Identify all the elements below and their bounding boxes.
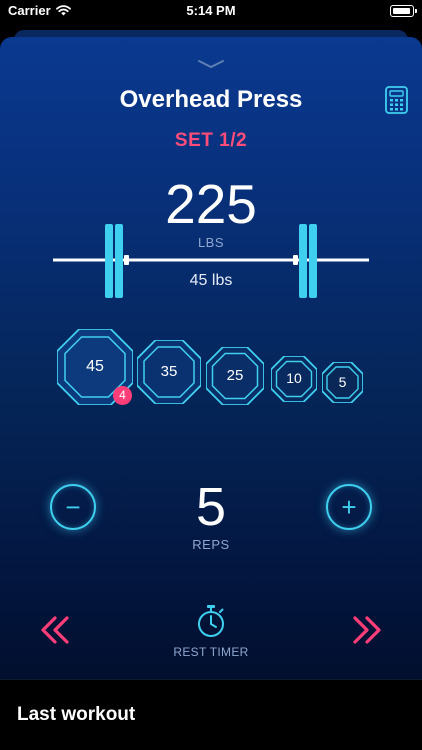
plate-label: 10 [286, 370, 302, 386]
plate-5[interactable]: 5 [321, 361, 364, 404]
plus-icon: + [341, 492, 357, 522]
last-workout-title[interactable]: Last workout [17, 704, 135, 726]
plate-label: 45 [86, 358, 104, 375]
battery-icon [390, 5, 417, 17]
chevron-double-right-icon[interactable] [350, 615, 384, 645]
exercise-title: Overhead Press [119, 86, 303, 113]
set-indicator: SET 1/2 [174, 130, 248, 151]
rest-timer-label: REST TIMER [173, 645, 249, 659]
plate-count-badge: 4 [113, 386, 132, 405]
bar-weight-label: 45 lbs [189, 272, 233, 289]
status-bar: Carrier 5:14 PM [0, 0, 422, 26]
stopwatch-icon[interactable] [196, 604, 226, 638]
plate-label: 5 [338, 374, 347, 390]
chevron-down-icon[interactable] [196, 58, 226, 70]
plate-25[interactable]: 25 [205, 346, 265, 406]
plate-label: 25 [226, 367, 244, 384]
plate-label: 35 [160, 363, 178, 380]
status-time: 5:14 PM [186, 3, 236, 18]
increase-reps-button[interactable]: + [326, 484, 372, 530]
reps-label: REPS [192, 537, 230, 552]
chevron-double-left-icon[interactable] [38, 615, 72, 645]
plate-35[interactable]: 35 [136, 339, 202, 405]
plate-10[interactable]: 10 [270, 355, 318, 403]
